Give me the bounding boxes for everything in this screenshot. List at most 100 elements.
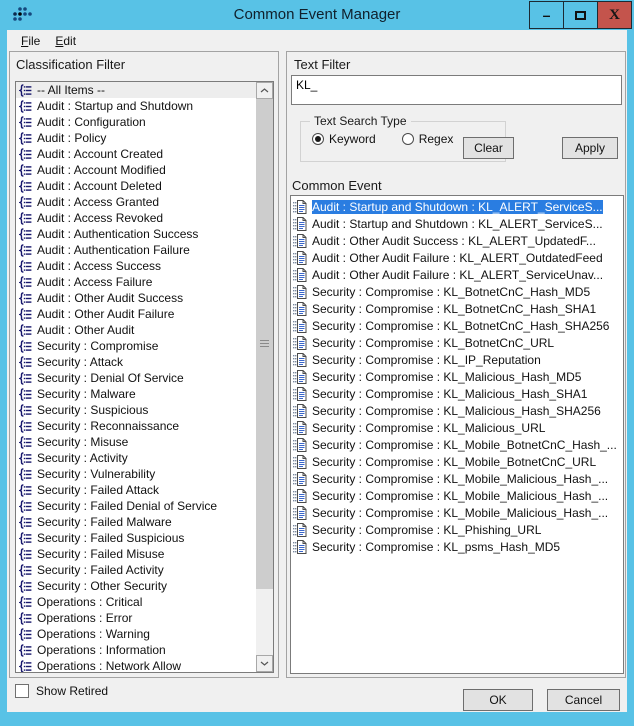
common-event-list-item[interactable]: Security : Compromise : KL_Mobile_Botnet…	[291, 453, 623, 470]
classification-list-item[interactable]: Audit : Authentication Failure	[16, 242, 256, 258]
classification-list-item[interactable]: Audit : Access Success	[16, 258, 256, 274]
common-event-list-item[interactable]: Audit : Other Audit Success : KL_ALERT_U…	[291, 232, 623, 249]
show-retired-toggle[interactable]: Show Retired	[15, 684, 108, 698]
text-filter-input[interactable]: KL_	[291, 75, 622, 105]
common-event-doc-icon	[293, 523, 307, 537]
common-event-list-item[interactable]: Security : Compromise : KL_Malicious_Has…	[291, 402, 623, 419]
classification-list-item[interactable]: Security : Denial Of Service	[16, 370, 256, 386]
show-retired-checkbox[interactable]	[15, 684, 29, 698]
classification-icon	[19, 308, 32, 321]
menu-item[interactable]: File	[14, 32, 48, 50]
maximize-button[interactable]	[563, 1, 598, 29]
common-event-list-item[interactable]: Security : Compromise : KL_BotnetCnC_Has…	[291, 283, 623, 300]
classification-list-item[interactable]: Security : Activity	[16, 450, 256, 466]
scroll-down-button[interactable]	[256, 655, 273, 672]
classification-list-item[interactable]: Audit : Authentication Success	[16, 226, 256, 242]
search-type-radio[interactable]: Keyword	[312, 132, 376, 146]
minimize-button[interactable]: –	[529, 1, 564, 29]
close-button[interactable]: X	[597, 1, 632, 29]
classification-icon	[19, 644, 32, 657]
classification-list-item[interactable]: Audit : Access Granted	[16, 194, 256, 210]
common-event-list-item[interactable]: Security : Compromise : KL_Mobile_Malici…	[291, 487, 623, 504]
classification-list-item[interactable]: Security : Suspicious	[16, 402, 256, 418]
classification-list-item[interactable]: Security : Malware	[16, 386, 256, 402]
common-event-list[interactable]: Audit : Startup and Shutdown : KL_ALERT_…	[290, 195, 624, 674]
common-event-list-item[interactable]: Security : Compromise : KL_psms_Hash_MD5	[291, 538, 623, 555]
classification-list-item[interactable]: Operations : Information	[16, 642, 256, 658]
classification-list-item[interactable]: Security : Failed Suspicious	[16, 530, 256, 546]
vertical-scrollbar[interactable]	[256, 82, 273, 672]
common-event-list-item[interactable]: Audit : Other Audit Failure : KL_ALERT_S…	[291, 266, 623, 283]
classification-list-item[interactable]: Security : Reconnaissance	[16, 418, 256, 434]
classification-list-item[interactable]: Security : Failed Misuse	[16, 546, 256, 562]
common-event-list-item[interactable]: Audit : Startup and Shutdown : KL_ALERT_…	[291, 215, 623, 232]
classification-list-item[interactable]: Security : Failed Activity	[16, 562, 256, 578]
common-event-list-item[interactable]: Security : Compromise : KL_BotnetCnC_Has…	[291, 300, 623, 317]
classification-list-item[interactable]: Operations : Network Allow	[16, 658, 256, 673]
apply-button[interactable]: Apply	[562, 137, 618, 159]
common-event-list-item[interactable]: Security : Compromise : KL_Mobile_Malici…	[291, 504, 623, 521]
classification-list-item[interactable]: Audit : Account Modified	[16, 162, 256, 178]
classification-icon	[19, 340, 32, 353]
classification-list-item[interactable]: Security : Vulnerability	[16, 466, 256, 482]
maximize-icon	[575, 11, 586, 20]
text-filter-panel: Text Filter KL_ Text Search Type Keyword…	[286, 51, 626, 678]
classification-list-item[interactable]: Operations : Error	[16, 610, 256, 626]
common-event-list-item[interactable]: Security : Compromise : KL_BotnetCnC_Has…	[291, 317, 623, 334]
classification-icon	[19, 612, 32, 625]
classification-list-item[interactable]: Audit : Policy	[16, 130, 256, 146]
classification-list-item[interactable]: Security : Failed Malware	[16, 514, 256, 530]
classification-list-item[interactable]: Audit : Account Deleted	[16, 178, 256, 194]
classification-list-item[interactable]: Security : Misuse	[16, 434, 256, 450]
common-event-list-item[interactable]: Security : Compromise : KL_Mobile_Botnet…	[291, 436, 623, 453]
titlebar[interactable]: Common Event Manager – X	[0, 0, 634, 30]
classification-filter-list[interactable]: -- All Items --	[15, 81, 274, 673]
classification-list-item[interactable]: Security : Failed Attack	[16, 482, 256, 498]
radio-icon	[312, 133, 324, 145]
classification-list-item[interactable]: Audit : Configuration	[16, 114, 256, 130]
common-event-list-item[interactable]: Security : Compromise : KL_Malicious_Has…	[291, 385, 623, 402]
common-event-list-item[interactable]: Security : Compromise : KL_BotnetCnC_URL	[291, 334, 623, 351]
common-event-doc-icon	[293, 472, 307, 486]
classification-list-item[interactable]: -- All Items --	[16, 82, 256, 98]
classification-list-item[interactable]: Audit : Other Audit Failure	[16, 306, 256, 322]
cancel-button[interactable]: Cancel	[547, 689, 620, 711]
classification-list-item[interactable]: Security : Compromise	[16, 338, 256, 354]
search-type-radio[interactable]: Regex	[402, 132, 454, 146]
classification-list-item[interactable]: Operations : Critical	[16, 594, 256, 610]
classification-list-item[interactable]: Audit : Other Audit Success	[16, 290, 256, 306]
classification-list-item[interactable]: Audit : Startup and Shutdown	[16, 98, 256, 114]
scrollbar-thumb[interactable]	[256, 99, 273, 589]
classification-list-item[interactable]: Audit : Other Audit	[16, 322, 256, 338]
classification-list-item[interactable]: Audit : Account Created	[16, 146, 256, 162]
common-event-list-item[interactable]: Audit : Other Audit Failure : KL_ALERT_O…	[291, 249, 623, 266]
common-event-list-item[interactable]: Security : Compromise : KL_Phishing_URL	[291, 521, 623, 538]
classification-list-item[interactable]: Audit : Access Revoked	[16, 210, 256, 226]
common-event-list-item[interactable]: Audit : Startup and Shutdown : KL_ALERT_…	[291, 198, 623, 215]
common-event-list-item[interactable]: Security : Compromise : KL_Malicious_Has…	[291, 368, 623, 385]
clear-button[interactable]: Clear	[463, 137, 514, 159]
minimize-icon: –	[543, 10, 551, 20]
common-event-list-item[interactable]: Security : Compromise : KL_IP_Reputation	[291, 351, 623, 368]
classification-icon	[19, 356, 32, 369]
ok-button[interactable]: OK	[463, 689, 533, 711]
classification-icon	[19, 436, 32, 449]
menu-item[interactable]: Edit	[48, 32, 84, 50]
common-event-doc-icon	[293, 200, 307, 214]
show-retired-label: Show Retired	[36, 684, 108, 698]
classification-icon	[19, 100, 32, 113]
classification-list-item[interactable]: Security : Other Security	[16, 578, 256, 594]
common-event-list-item[interactable]: Security : Compromise : KL_Mobile_Malici…	[291, 470, 623, 487]
common-event-list-item[interactable]: Security : Compromise : KL_Malicious_URL	[291, 419, 623, 436]
chevron-down-icon	[260, 661, 269, 666]
classification-list-item[interactable]: Security : Failed Denial of Service	[16, 498, 256, 514]
scroll-up-button[interactable]	[256, 82, 273, 99]
common-event-title: Common Event	[292, 178, 382, 193]
common-event-doc-icon	[293, 370, 307, 384]
classification-list-item[interactable]: Security : Attack	[16, 354, 256, 370]
common-event-doc-icon	[293, 353, 307, 367]
classification-icon	[19, 372, 32, 385]
classification-list-item[interactable]: Audit : Access Failure	[16, 274, 256, 290]
common-event-doc-icon	[293, 268, 307, 282]
classification-list-item[interactable]: Operations : Warning	[16, 626, 256, 642]
